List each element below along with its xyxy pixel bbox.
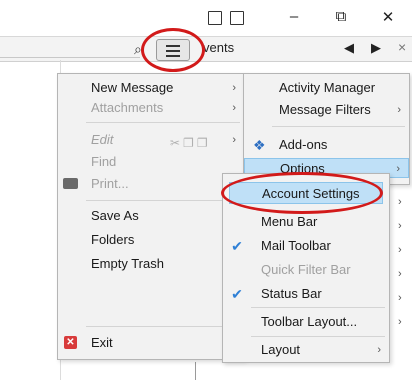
chevron-right-icon: › <box>398 196 402 208</box>
menu-item-find: Find <box>91 154 117 169</box>
chevron-right-icon: › <box>398 292 402 304</box>
menu-item-mail-toolbar[interactable]: ✔ Mail Toolbar <box>223 236 389 256</box>
title-bar <box>0 0 412 36</box>
tab-close-icon[interactable]: × <box>398 39 406 55</box>
checkmark-icon: ✔ <box>231 286 243 302</box>
menu-item-add-ons[interactable]: ❖ Add-ons <box>244 135 409 155</box>
menu-item-attachments: Attachments › <box>91 100 236 115</box>
close-button[interactable]: ✕ <box>380 8 396 26</box>
menu-item-quick-filter-bar: Quick Filter Bar <box>261 262 351 277</box>
tab-scroll-forward-icon[interactable]: ▶ <box>371 40 381 56</box>
menu-item-status-bar[interactable]: ✔ Status Bar <box>223 284 389 304</box>
menu-separator <box>86 122 240 123</box>
menu-item-print: Print... <box>58 174 244 194</box>
annotation-circle-menu-button <box>141 28 205 72</box>
restore-button[interactable]: ⧉ <box>333 8 349 25</box>
minimize-button[interactable]: – <box>286 8 302 25</box>
events-tab-label[interactable]: vents <box>203 40 234 55</box>
edit-toolbar-icons: ✂❐❐ <box>170 136 211 150</box>
checkmark-icon: ✔ <box>231 238 243 254</box>
folder-pane <box>0 60 61 380</box>
annotation-circle-account-settings <box>221 172 383 214</box>
menu-item-empty-trash[interactable]: Empty Trash <box>58 254 244 274</box>
menu-item-folders[interactable]: Folders <box>58 230 244 250</box>
menu-separator <box>86 200 240 201</box>
calendar-icon[interactable] <box>208 11 222 25</box>
menu-separator <box>251 336 385 337</box>
menu-item-toolbar-layout[interactable]: Toolbar Layout... <box>223 312 389 332</box>
menu-item-edit: Edit ✂❐❐ › <box>58 130 244 150</box>
chevron-right-icon: › <box>398 220 402 232</box>
tools-menu: Activity Manager Message Filters › ❖ Add… <box>243 73 410 185</box>
menu-item-message-filters[interactable]: Message Filters › <box>244 100 409 120</box>
tasks-icon[interactable] <box>230 11 244 25</box>
tab-scroll-back-icon[interactable]: ◀ <box>344 40 354 56</box>
pane-divider <box>195 362 196 380</box>
menu-item-save-as[interactable]: Save As <box>58 206 244 226</box>
search-field[interactable] <box>0 39 140 58</box>
chevron-right-icon: › <box>398 268 402 280</box>
exit-icon: ✕ <box>64 336 77 349</box>
puzzle-piece-icon: ❖ <box>253 137 266 153</box>
menu-item-exit[interactable]: ✕ Exit <box>58 333 244 353</box>
menu-item-new-message[interactable]: New Message › <box>58 78 244 98</box>
menu-separator <box>272 126 405 127</box>
printer-icon <box>63 178 78 189</box>
menu-item-menu-bar[interactable]: Menu Bar <box>223 212 389 232</box>
menu-item-activity-manager[interactable]: Activity Manager <box>244 78 409 98</box>
menu-separator <box>86 326 240 327</box>
app-menu: New Message › Attachments › Edit ✂❐❐ › F… <box>57 73 245 360</box>
chevron-right-icon: › <box>398 244 402 256</box>
chevron-right-icon: › <box>398 316 402 328</box>
menu-separator <box>251 307 385 308</box>
menu-item-layout[interactable]: Layout › <box>223 340 389 360</box>
